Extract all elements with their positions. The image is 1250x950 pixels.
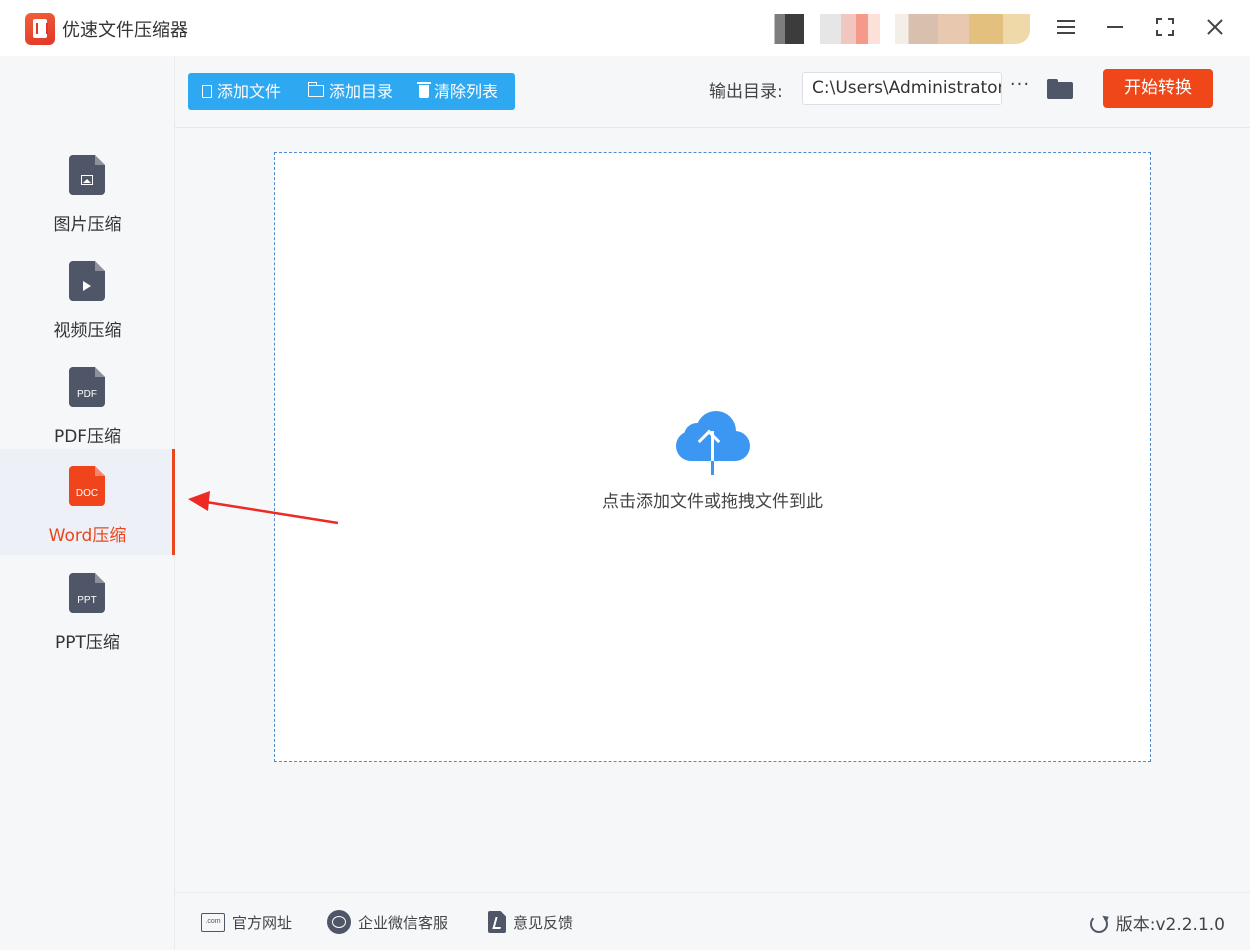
sidebar: 图片压缩 视频压缩 PDF PDF压缩 DOC Word压缩 PPT PPT压缩 (0, 56, 175, 950)
doc-file-icon: DOC (69, 466, 105, 506)
sidebar-item-image-compress[interactable]: 图片压缩 (0, 138, 175, 244)
wechat-support-link[interactable]: 企业微信客服 (327, 910, 448, 934)
annotation-arrow-icon (188, 491, 339, 525)
blurred-avatar (762, 14, 804, 44)
ppt-file-icon: PPT (69, 573, 105, 613)
sidebar-item-pdf-compress[interactable]: PDF PDF压缩 (0, 350, 175, 456)
open-folder-icon[interactable] (1047, 79, 1073, 99)
image-file-icon (69, 155, 105, 195)
version-label: 版本:v2.2.1.0 (1115, 915, 1225, 935)
file-icon (202, 84, 212, 98)
add-file-button[interactable]: 添加文件 (202, 73, 281, 110)
file-action-toolbar: 添加文件 添加目录 清除列表 (188, 73, 515, 110)
divider (175, 127, 1250, 128)
app-logo-icon (25, 13, 55, 45)
sidebar-item-label: PPT压缩 (55, 633, 120, 653)
menu-icon[interactable] (1049, 12, 1083, 42)
drop-zone-hint: 点击添加文件或拖拽文件到此 (602, 492, 823, 512)
version-check[interactable]: 版本:v2.2.1.0 (1089, 910, 1225, 935)
more-options-button[interactable]: ··· (1008, 76, 1032, 97)
sidebar-item-label: 图片压缩 (53, 215, 122, 235)
feedback-icon (488, 911, 506, 933)
add-directory-button[interactable]: 添加目录 (307, 73, 393, 110)
close-icon[interactable] (1198, 12, 1232, 42)
output-dir-label: 输出目录: (709, 82, 783, 102)
maximize-icon[interactable] (1148, 12, 1182, 42)
pdf-file-icon: PDF (69, 367, 105, 407)
clear-list-button[interactable]: 清除列表 (417, 73, 498, 110)
trash-icon (417, 81, 431, 98)
sidebar-item-video-compress[interactable]: 视频压缩 (0, 244, 175, 350)
footer: .com 官方网址 企业微信客服 意见反馈 版本:v2.2.1.0 (175, 892, 1250, 950)
sidebar-item-ppt-compress[interactable]: PPT PPT压缩 (0, 556, 175, 662)
title-bar: 优速文件压缩器 (0, 0, 1250, 56)
website-icon: .com (201, 912, 225, 932)
feedback-link[interactable]: 意见反馈 (488, 911, 573, 933)
sidebar-item-label: PDF压缩 (53, 427, 122, 447)
blurred-username (820, 14, 880, 44)
start-convert-button[interactable]: 开始转换 (1103, 69, 1213, 108)
cloud-upload-icon (676, 411, 750, 475)
refresh-icon (1089, 914, 1108, 933)
sidebar-item-label: 视频压缩 (53, 321, 122, 341)
blurred-account-badge (895, 14, 1030, 44)
sidebar-item-word-compress[interactable]: DOC Word压缩 (0, 449, 175, 555)
minimize-icon[interactable] (1098, 12, 1132, 42)
wechat-icon (327, 910, 351, 934)
app-title: 优速文件压缩器 (62, 20, 188, 41)
official-website-link[interactable]: .com 官方网址 (201, 912, 292, 933)
folder-icon (307, 82, 324, 97)
output-dir-input[interactable]: C:\Users\Administrator\ (802, 72, 1002, 105)
sidebar-item-label: Word压缩 (48, 526, 127, 546)
video-file-icon (69, 261, 105, 301)
